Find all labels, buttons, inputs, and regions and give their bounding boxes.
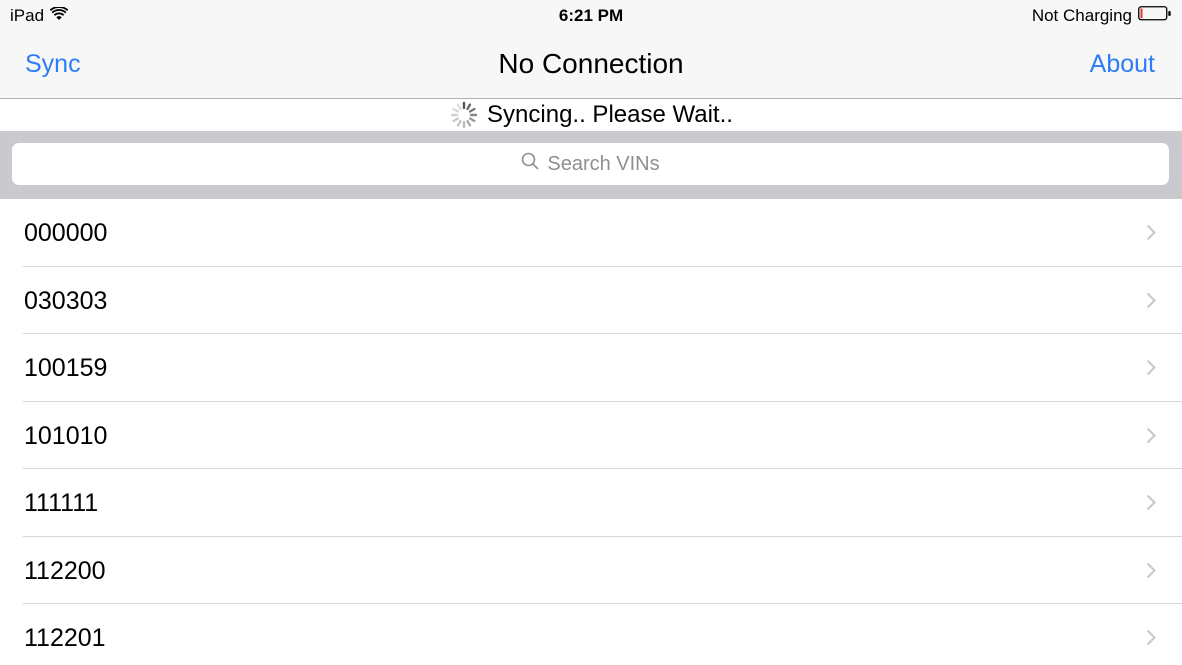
list-item[interactable]: 111111 [0,469,1182,537]
chevron-right-icon [1146,562,1156,584]
vin-label: 112200 [24,556,106,585]
search-icon [521,152,539,176]
status-bar: iPad 6:21 PM Not Charging [0,0,1182,33]
app-screen: iPad 6:21 PM Not Charging Sync No Connec… [0,0,1182,665]
battery-icon [1138,6,1172,26]
status-right: Not Charging [1032,6,1172,26]
list-item[interactable]: 030303 [0,267,1182,335]
vin-label: 000000 [24,219,108,247]
chevron-right-icon [1146,224,1156,246]
vin-label: 100159 [24,354,108,382]
vin-label: 112201 [24,624,106,652]
page-title: No Connection [498,48,684,79]
chevron-right-icon [1146,359,1156,381]
list-item[interactable]: 000000 [0,199,1182,267]
status-time: 6:21 PM [558,6,624,25]
search-input[interactable]: Search VINs [12,143,1169,185]
list-item[interactable]: 100159 [0,334,1182,402]
vin-label: 030303 [24,286,108,315]
chevron-right-icon [1146,292,1156,314]
vin-label: 101010 [24,421,108,450]
chevron-right-icon [1146,427,1156,449]
chevron-right-icon [1146,494,1156,516]
navigation-bar: Sync No Connection About [0,33,1182,99]
chevron-right-icon [1146,629,1156,651]
list-item[interactable]: 101010 [0,402,1182,470]
search-bar: Search VINs [0,131,1182,199]
sync-status-text: Syncing.. Please Wait.. [487,101,733,128]
sync-status-banner: Syncing.. Please Wait.. [0,99,1182,131]
vin-list: 000000 030303 100159 101010 111111 11220… [0,199,1182,665]
about-button[interactable]: About [1090,50,1155,79]
spinner-icon [449,100,479,130]
vin-label: 111111 [24,489,99,517]
list-item[interactable]: 112201 [0,604,1182,665]
list-item[interactable]: 112200 [0,537,1182,605]
search-placeholder: Search VINs [547,152,660,175]
battery-status-label: Not Charging [1031,6,1132,25]
